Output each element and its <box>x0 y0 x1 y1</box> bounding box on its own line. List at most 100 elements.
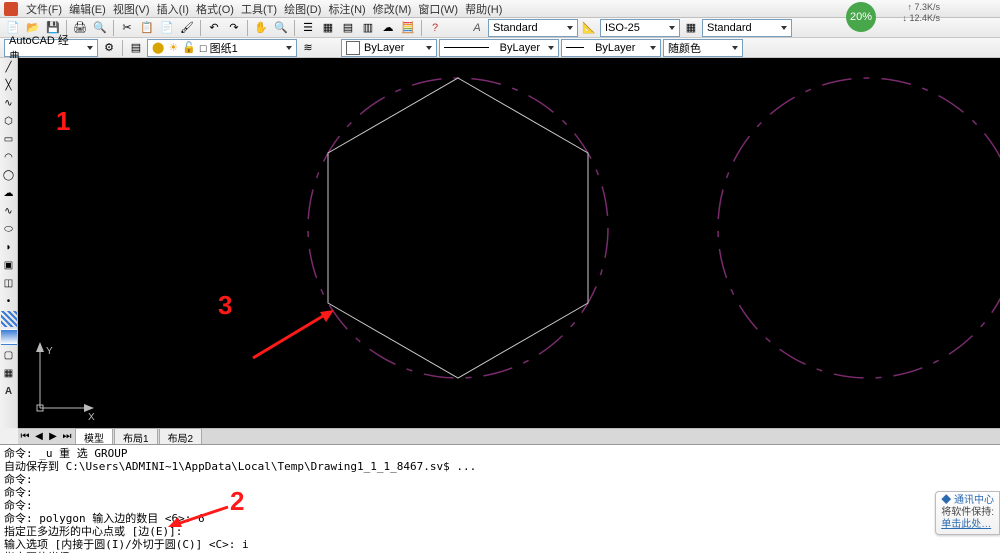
design-center-icon[interactable]: ▦ <box>319 19 337 37</box>
tool-palettes-icon[interactable]: ▤ <box>339 19 357 37</box>
menu-file[interactable]: 文件(F) <box>24 1 64 17</box>
hatch-icon[interactable] <box>1 311 17 327</box>
net-speed-badge: 20% <box>844 2 880 36</box>
dim-style-icon[interactable]: 📐 <box>580 19 598 37</box>
make-block-icon[interactable]: ◫ <box>1 275 17 291</box>
menu-edit[interactable]: 编辑(E) <box>67 1 108 17</box>
layer-prev-icon[interactable]: ≋ <box>299 39 317 57</box>
ucs-icon: Y X <box>26 342 98 422</box>
tab-prev-icon[interactable]: ◀ <box>32 430 46 444</box>
annotation-arrow-2 <box>168 503 238 533</box>
calculator-icon[interactable]: 🧮 <box>399 19 417 37</box>
cmd-line: 命令: <box>4 473 996 486</box>
badge-percent: 20% <box>850 11 872 23</box>
region-icon[interactable]: ▢ <box>1 347 17 363</box>
lineweight-value: ByLayer <box>595 42 635 54</box>
table-style-value: Standard <box>707 22 752 34</box>
cmd-line: 指定正多边形的中心点或 [边(E)]: <box>4 525 996 538</box>
plotstyle-dropdown[interactable]: 随颜色 <box>663 39 743 57</box>
dim-style-dropdown[interactable]: ISO-25 <box>600 19 680 37</box>
comm-line3: 单击此处… <box>941 519 994 531</box>
menu-modify[interactable]: 修改(M) <box>371 1 414 17</box>
redo-icon[interactable]: ↷ <box>225 19 243 37</box>
menu-dimension[interactable]: 标注(N) <box>326 1 367 17</box>
axis-y-label: Y <box>46 346 53 357</box>
sun-icon: ☀ <box>168 41 178 54</box>
lineweight-dropdown[interactable]: ByLayer <box>561 39 661 57</box>
polyline-icon[interactable]: ∿ <box>1 95 17 111</box>
lock-icon: 🔓 <box>182 41 196 54</box>
layer-props-icon[interactable]: ▤ <box>127 39 145 57</box>
text-style-icon[interactable]: A <box>468 19 486 37</box>
cmd-line: 自动保存到 C:\Users\ADMINI~1\AppData\Local\Te… <box>4 460 996 473</box>
draw-toolbar: ╱ ╳ ∿ ⬡ ▭ ◠ ◯ ☁ ∿ ⬭ ◗ ▣ ◫ • ▢ ▦ A <box>0 58 18 428</box>
comm-center-popup[interactable]: ◆ 通讯中心 将软件保持: 单击此处… <box>935 491 1000 535</box>
menu-help[interactable]: 帮助(H) <box>463 1 504 17</box>
workspace-dropdown[interactable]: AutoCAD 经典 <box>4 39 98 57</box>
text-style-dropdown[interactable]: Standard <box>488 19 578 37</box>
speed-down: ↓ 12.4K/s <box>902 13 940 24</box>
color-value: ByLayer <box>364 42 404 54</box>
tab-first-icon[interactable]: ⏮ <box>18 430 32 444</box>
table-icon[interactable]: ▦ <box>1 365 17 381</box>
table-style-icon[interactable]: ▦ <box>682 19 700 37</box>
cmd-line: 命令: _u 重 选 GROUP <box>4 447 996 460</box>
command-window[interactable]: 命令: _u 重 选 GROUP 自动保存到 C:\Users\ADMINI~1… <box>0 444 1000 553</box>
undo-icon[interactable]: ↶ <box>205 19 223 37</box>
color-dropdown[interactable]: ByLayer <box>341 39 437 57</box>
ellipse-icon[interactable]: ⬭ <box>1 221 17 237</box>
comm-line2: 将软件保持: <box>941 507 994 519</box>
cmd-line: 命令: polygon 输入边的数目 <6>: 6 <box>4 512 996 525</box>
circle-icon[interactable]: ◯ <box>1 167 17 183</box>
help-icon[interactable]: ? <box>426 19 444 37</box>
menu-tools[interactable]: 工具(T) <box>239 1 279 17</box>
linetype-value: ByLayer <box>500 42 540 54</box>
tab-next-icon[interactable]: ▶ <box>46 430 60 444</box>
menu-view[interactable]: 视图(V) <box>111 1 152 17</box>
arc-icon[interactable]: ◠ <box>1 149 17 165</box>
preview-icon[interactable]: 🔍 <box>91 19 109 37</box>
toolbar-layers: AutoCAD 经典 ⚙ ▤ ⬤ ☀ 🔓 □ 图纸1 ≋ ByLayer ByL… <box>0 38 1000 58</box>
tab-model[interactable]: 模型 <box>75 428 113 446</box>
xline-icon[interactable]: ╳ <box>1 77 17 93</box>
workspace-settings-icon[interactable]: ⚙ <box>100 39 118 57</box>
drawing-canvas[interactable]: Y X 1 3 <box>18 58 1000 428</box>
pan-icon[interactable]: ✋ <box>252 19 270 37</box>
menu-format[interactable]: 格式(O) <box>194 1 236 17</box>
match-icon[interactable]: 🖌 <box>178 19 196 37</box>
polygon-icon[interactable]: ⬡ <box>1 113 17 129</box>
point-icon[interactable]: • <box>1 293 17 309</box>
tab-last-icon[interactable]: ⏭ <box>60 430 74 444</box>
line-icon[interactable]: ╱ <box>1 59 17 75</box>
sheet-set-icon[interactable]: ▥ <box>359 19 377 37</box>
spline-icon[interactable]: ∿ <box>1 203 17 219</box>
menu-draw[interactable]: 绘图(D) <box>282 1 323 17</box>
layer-dropdown[interactable]: ⬤ ☀ 🔓 □ 图纸1 <box>147 39 297 57</box>
gradient-icon[interactable] <box>1 329 17 345</box>
properties-icon[interactable]: ☰ <box>299 19 317 37</box>
linetype-dropdown[interactable]: ByLayer <box>439 39 559 57</box>
text-style-value: Standard <box>493 22 538 34</box>
speed-up: ↑ 7.3K/s <box>902 2 940 13</box>
annotation-arrow-3 <box>248 308 338 368</box>
net-speed-stats: ↑ 7.3K/s ↓ 12.4K/s <box>902 2 940 24</box>
paste-icon[interactable]: 📄 <box>158 19 176 37</box>
zoom-icon[interactable]: 🔍 <box>272 19 290 37</box>
tab-layout2[interactable]: 布局2 <box>159 428 203 446</box>
plotstyle-value: 随颜色 <box>668 40 701 56</box>
revision-cloud-icon[interactable]: ☁ <box>1 185 17 201</box>
tab-layout1[interactable]: 布局1 <box>114 428 158 446</box>
copy-icon[interactable]: 📋 <box>138 19 156 37</box>
menu-window[interactable]: 窗口(W) <box>416 1 460 17</box>
axis-x-label: X <box>88 412 95 422</box>
table-style-dropdown[interactable]: Standard <box>702 19 792 37</box>
ellipse-arc-icon[interactable]: ◗ <box>1 239 17 255</box>
cut-icon[interactable]: ✂ <box>118 19 136 37</box>
mtext-icon[interactable]: A <box>1 383 17 399</box>
block-insert-icon[interactable]: ▣ <box>1 257 17 273</box>
rectangle-icon[interactable]: ▭ <box>1 131 17 147</box>
menu-insert[interactable]: 插入(I) <box>155 1 191 17</box>
markup-icon[interactable]: ☁ <box>379 19 397 37</box>
dim-style-value: ISO-25 <box>605 22 640 34</box>
annotation-1: 1 <box>56 106 70 137</box>
